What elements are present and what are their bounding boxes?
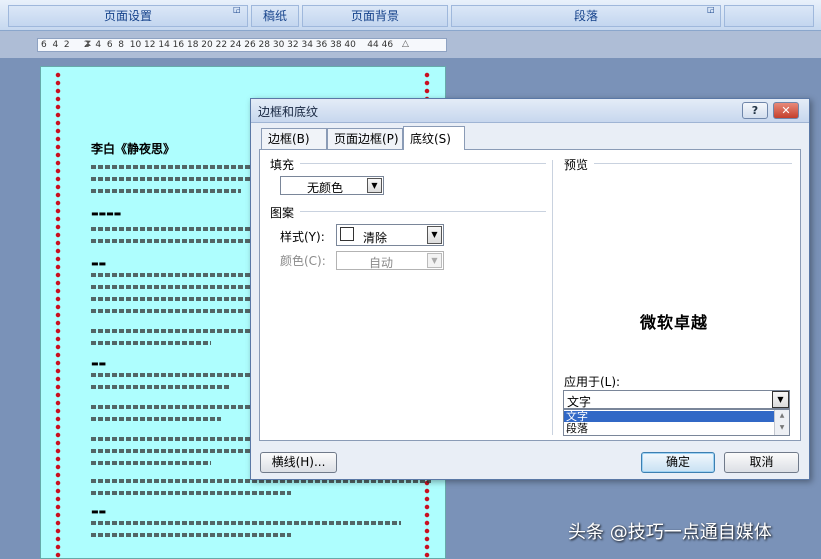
text-line bbox=[91, 341, 211, 345]
text-line bbox=[91, 385, 231, 389]
next-group bbox=[724, 5, 814, 27]
text-line bbox=[91, 521, 401, 525]
text-line bbox=[91, 417, 221, 421]
apply-to-label: 应用于(L): bbox=[564, 375, 621, 389]
style-label: 样式(Y): bbox=[280, 230, 325, 244]
page-setup-launcher-icon[interactable]: ◲ bbox=[233, 5, 241, 14]
dropdown-option-paragraph[interactable]: 段落 bbox=[564, 423, 774, 434]
ok-button[interactable]: 确定 bbox=[641, 452, 715, 473]
pattern-swatch bbox=[340, 227, 354, 241]
pattern-label: 图案 bbox=[270, 206, 295, 220]
fill-color-select[interactable]: 无颜色 ▼ bbox=[280, 176, 384, 195]
chevron-down-icon[interactable]: ▼ bbox=[427, 226, 442, 244]
page-setup-group[interactable]: 页面设置 bbox=[8, 5, 248, 27]
page-background-group[interactable]: 页面背景 bbox=[302, 5, 448, 27]
apply-to-value: 文字 bbox=[567, 395, 592, 409]
text-line bbox=[91, 461, 211, 465]
chevron-down-icon[interactable]: ▼ bbox=[367, 178, 382, 193]
close-button[interactable]: ✕ bbox=[773, 102, 799, 119]
pattern-color-value: 自动 bbox=[369, 256, 394, 270]
pattern-style-select[interactable]: 清除 ▼ bbox=[336, 224, 444, 246]
horizontal-line-button[interactable]: 横线(H)... bbox=[260, 452, 337, 473]
section-heading: ▬▬▬▬ bbox=[91, 209, 122, 218]
preview-separator bbox=[594, 163, 792, 164]
pattern-separator bbox=[300, 211, 546, 212]
apply-to-dropdown-list: 文字 段落 ▲ ▼ bbox=[563, 409, 790, 436]
fill-label: 填充 bbox=[270, 158, 295, 172]
indent-marker-icon[interactable]: ⧗ bbox=[85, 39, 91, 49]
preview-label: 预览 bbox=[564, 158, 589, 172]
text-line bbox=[91, 189, 241, 193]
horizontal-ruler[interactable]: 6 4 2 2 4 6 8 10 12 14 16 18 20 22 24 26… bbox=[37, 38, 447, 52]
ribbon-group-bar: 页面设置 ◲ 稿纸 页面背景 段落 ◲ bbox=[0, 0, 821, 31]
pattern-color-label: 颜色(C): bbox=[280, 254, 326, 268]
right-indent-marker-icon[interactable]: △ bbox=[402, 39, 409, 49]
preview-sample-text: 微软卓越 bbox=[640, 313, 709, 332]
pattern-style-value: 清除 bbox=[363, 231, 388, 245]
ruler-numbers: 6 4 2 2 4 6 8 10 12 14 16 18 20 22 24 26… bbox=[41, 40, 394, 50]
section-heading: ▬▬ bbox=[91, 259, 107, 268]
cancel-button[interactable]: 取消 bbox=[724, 452, 799, 473]
preview-divider bbox=[552, 160, 553, 435]
chevron-down-icon[interactable]: ▼ bbox=[772, 391, 789, 408]
dropdown-scrollbar[interactable]: ▲ ▼ bbox=[774, 410, 789, 435]
text-line bbox=[91, 491, 291, 495]
manuscript-group[interactable]: 稿纸 bbox=[251, 5, 299, 27]
section-heading: ▬▬ bbox=[91, 359, 107, 368]
fill-separator bbox=[300, 163, 546, 164]
tab-page-border[interactable]: 页面边框(P) bbox=[327, 128, 403, 150]
dialog-title: 边框和底纹 bbox=[258, 105, 319, 119]
chevron-down-icon[interactable]: ▼ bbox=[427, 253, 442, 268]
left-dotted-border bbox=[55, 71, 61, 558]
apply-to-select[interactable]: 文字 ▼ bbox=[563, 390, 790, 409]
ruler-area: 6 4 2 2 4 6 8 10 12 14 16 18 20 22 24 26… bbox=[0, 31, 821, 58]
fill-color-value: 无颜色 bbox=[307, 181, 344, 195]
pattern-color-select[interactable]: 自动 ▼ bbox=[336, 251, 444, 270]
tab-shading[interactable]: 底纹(S) bbox=[403, 126, 465, 150]
tab-borders[interactable]: 边框(B) bbox=[261, 128, 327, 150]
paragraph-group[interactable]: 段落 bbox=[451, 5, 721, 27]
dialog-titlebar[interactable]: 边框和底纹 ? ✕ bbox=[251, 99, 809, 123]
help-button[interactable]: ? bbox=[742, 102, 768, 119]
watermark-text: 头条 @技巧一点通自媒体 bbox=[568, 522, 772, 543]
paragraph-launcher-icon[interactable]: ◲ bbox=[707, 5, 715, 14]
section-heading: ▬▬ bbox=[91, 507, 107, 516]
document-title: 李白《静夜思》 bbox=[91, 142, 176, 156]
dropdown-option-text[interactable]: 文字 bbox=[564, 411, 774, 422]
text-line bbox=[91, 533, 291, 537]
